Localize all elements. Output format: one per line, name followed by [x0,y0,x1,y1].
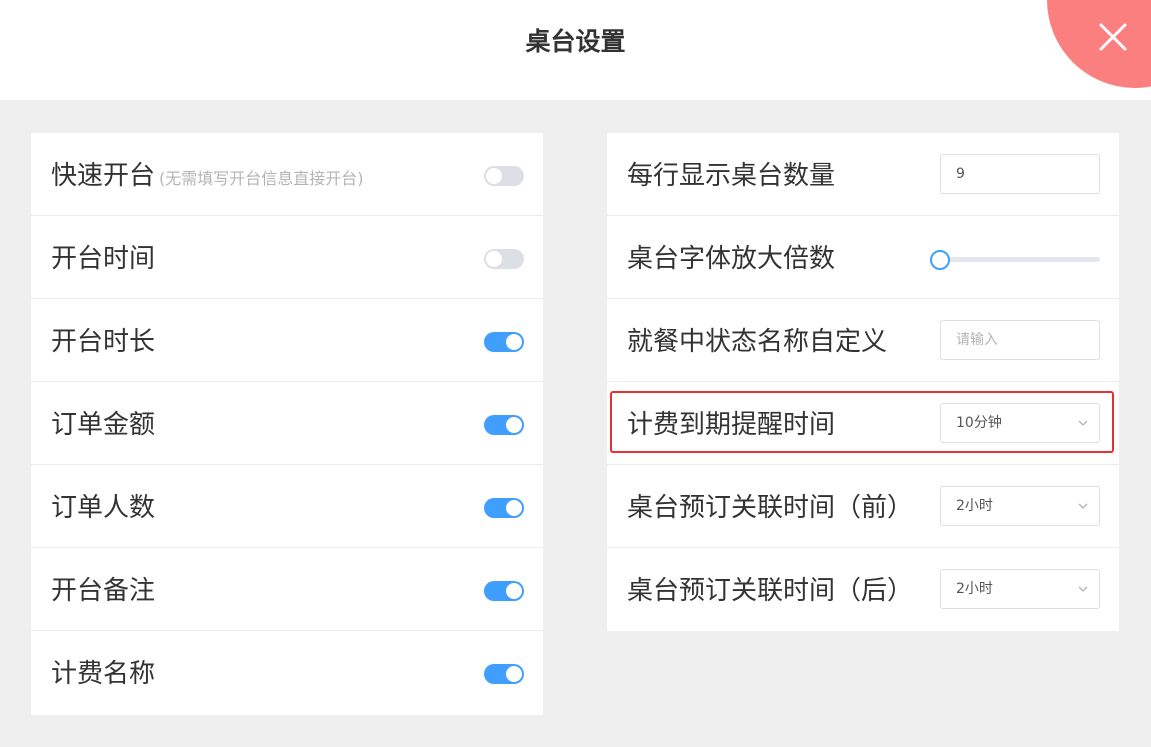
chevron-down-icon [1078,503,1088,509]
select-value: 2小时 [956,581,993,597]
setting-row-open-remark: 开台备注 [31,548,543,631]
toggle-knob [506,417,522,433]
setting-label: 桌台预订关联时间（前） [627,493,914,523]
close-icon[interactable] [1096,20,1130,54]
display-fields-panel: 快速开台 (无需填写开台信息直接开台) 开台时间 开台时长 订单金额 订单人数 开… [31,133,543,715]
setting-row-open-time: 开台时间 [31,216,543,299]
setting-row-dining-status: 就餐中状态名称自定义 请输入 [607,299,1119,382]
setting-label: 就餐中状态名称自定义 [627,327,888,357]
billing-name-toggle[interactable] [484,664,524,684]
toggle-knob [486,168,502,184]
quick-open-toggle[interactable] [484,166,524,186]
setting-label: 桌台预订关联时间（后） [627,576,914,606]
toggle-knob [506,500,522,516]
open-remark-toggle[interactable] [484,581,524,601]
setting-label: 计费到期提醒时间 [627,410,836,440]
dialog-header: 桌台设置 [0,0,1151,100]
toggle-knob [486,251,502,267]
order-amount-toggle[interactable] [484,415,524,435]
setting-row-order-amount: 订单金额 [31,382,543,465]
setting-label: 订单人数 [51,493,156,523]
setting-label: 桌台字体放大倍数 [627,244,836,274]
setting-label: 开台时间 [51,244,156,274]
setting-row-billing-name: 计费名称 [31,631,543,714]
chevron-down-icon [1078,420,1088,426]
rows-per-line-input[interactable]: 9 [940,154,1100,194]
reservation-after-select[interactable]: 2小时 [940,569,1100,609]
toggle-knob [506,583,522,599]
toggle-knob [506,666,522,682]
reservation-before-select[interactable]: 2小时 [940,486,1100,526]
dining-status-name-input[interactable]: 请输入 [940,320,1100,360]
setting-row-order-guests: 订单人数 [31,465,543,548]
toggle-knob [506,334,522,350]
font-scale-slider-handle[interactable] [930,250,950,270]
setting-label: 开台时长 [51,327,156,357]
open-duration-toggle[interactable] [484,332,524,352]
table-display-panel: 每行显示桌台数量 9 桌台字体放大倍数 就餐中状态名称自定义 请输入 计费到期提… [607,133,1119,631]
open-time-toggle[interactable] [484,249,524,269]
setting-row-reservation-before: 桌台预订关联时间（前） 2小时 [607,465,1119,548]
setting-label: 快速开台 [51,161,156,191]
setting-row-billing-reminder: 计费到期提醒时间 10分钟 [607,382,1119,465]
setting-label: 订单金额 [51,410,156,440]
order-guests-toggle[interactable] [484,498,524,518]
billing-reminder-select[interactable]: 10分钟 [940,403,1100,443]
setting-label: 每行显示桌台数量 [627,161,836,191]
select-value: 10分钟 [956,415,1002,431]
setting-row-reservation-after: 桌台预订关联时间（后） 2小时 [607,548,1119,631]
setting-label: 开台备注 [51,576,156,606]
setting-row-quick-open: 快速开台 (无需填写开台信息直接开台) [31,133,543,216]
setting-row-font-scale: 桌台字体放大倍数 [607,216,1119,299]
setting-label: 计费名称 [51,659,156,689]
chevron-down-icon [1078,586,1088,592]
font-scale-slider-track[interactable] [940,257,1100,262]
setting-row-rows-per-line: 每行显示桌台数量 9 [607,133,1119,216]
setting-row-open-duration: 开台时长 [31,299,543,382]
setting-hint: (无需填写开台信息直接开台) [159,169,364,188]
select-value: 2小时 [956,498,993,514]
dialog-title: 桌台设置 [525,27,626,56]
